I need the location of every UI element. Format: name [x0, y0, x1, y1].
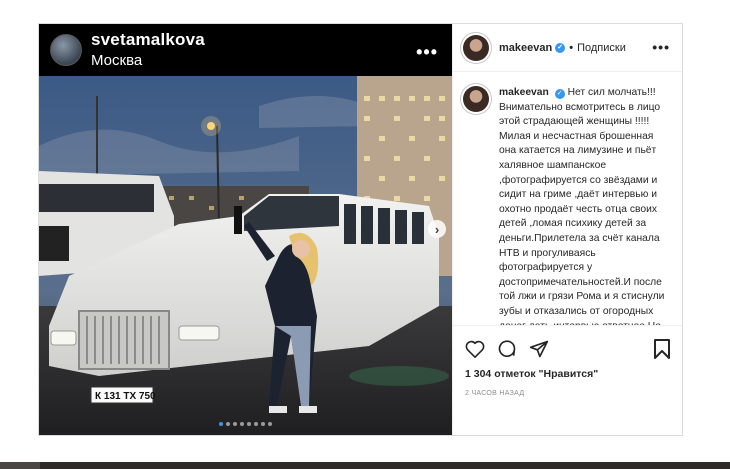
- share-icon[interactable]: [529, 339, 549, 359]
- post-photo[interactable]: К 131 ТХ 750: [39, 76, 452, 435]
- author-avatar[interactable]: [463, 34, 489, 61]
- media-location[interactable]: Москва: [91, 53, 205, 69]
- more-horizontal-icon[interactable]: •••: [416, 42, 438, 63]
- post-header: makeevan ✓ • Подписки •••: [453, 24, 682, 72]
- next-photo-button[interactable]: ›: [428, 220, 446, 238]
- caption-text: Нет сил молчать!!! Внимательно всмотрите…: [499, 87, 665, 325]
- separator: •: [569, 41, 574, 54]
- post-actions: 1 304 отметок "Нравится" 2 часов назад: [453, 325, 682, 435]
- carousel-dot: [261, 422, 265, 426]
- media-author-username[interactable]: svetamalkova: [91, 31, 205, 49]
- post-caption: makeevan ✓ Нет сил молчать!!! Внимательн…: [453, 72, 682, 325]
- likes-count[interactable]: 1 304 отметок "Нравится": [465, 368, 670, 380]
- caption-author-username[interactable]: makeevan: [499, 87, 549, 98]
- author-username[interactable]: makeevan: [499, 42, 552, 54]
- comment-icon[interactable]: [497, 339, 517, 359]
- carousel-dot: [219, 422, 223, 426]
- post-media: svetamalkova Москва ••• К 131 ТХ 750 ›: [39, 24, 452, 435]
- license-plate-text: К 131 ТХ 750: [95, 391, 156, 402]
- following-button[interactable]: Подписки: [577, 42, 626, 54]
- verified-badge-icon: ✓: [555, 42, 566, 53]
- carousel-dot: [268, 422, 272, 426]
- carousel-dot: [254, 422, 258, 426]
- post-sidebar: makeevan ✓ • Подписки ••• makeevan ✓ Нет…: [452, 24, 682, 435]
- carousel-dot: [233, 422, 237, 426]
- carousel-dot: [247, 422, 251, 426]
- more-horizontal-icon[interactable]: •••: [652, 39, 670, 55]
- media-author-avatar[interactable]: [50, 34, 82, 66]
- window-bottom-bar: [0, 462, 730, 469]
- caption-author-avatar[interactable]: [463, 86, 489, 112]
- carousel-dot: [226, 422, 230, 426]
- limousine-photo: К 131 ТХ 750: [39, 76, 452, 435]
- bookmark-icon[interactable]: [654, 339, 670, 364]
- carousel-dot: [240, 422, 244, 426]
- heart-icon[interactable]: [465, 340, 485, 358]
- post-card: svetamalkova Москва ••• К 131 ТХ 750 › m…: [38, 23, 683, 436]
- post-timestamp[interactable]: 2 часов назад: [465, 390, 670, 397]
- carousel-dots: [39, 422, 452, 426]
- verified-badge-icon: ✓: [554, 89, 565, 99]
- media-header: svetamalkova Москва •••: [39, 24, 452, 76]
